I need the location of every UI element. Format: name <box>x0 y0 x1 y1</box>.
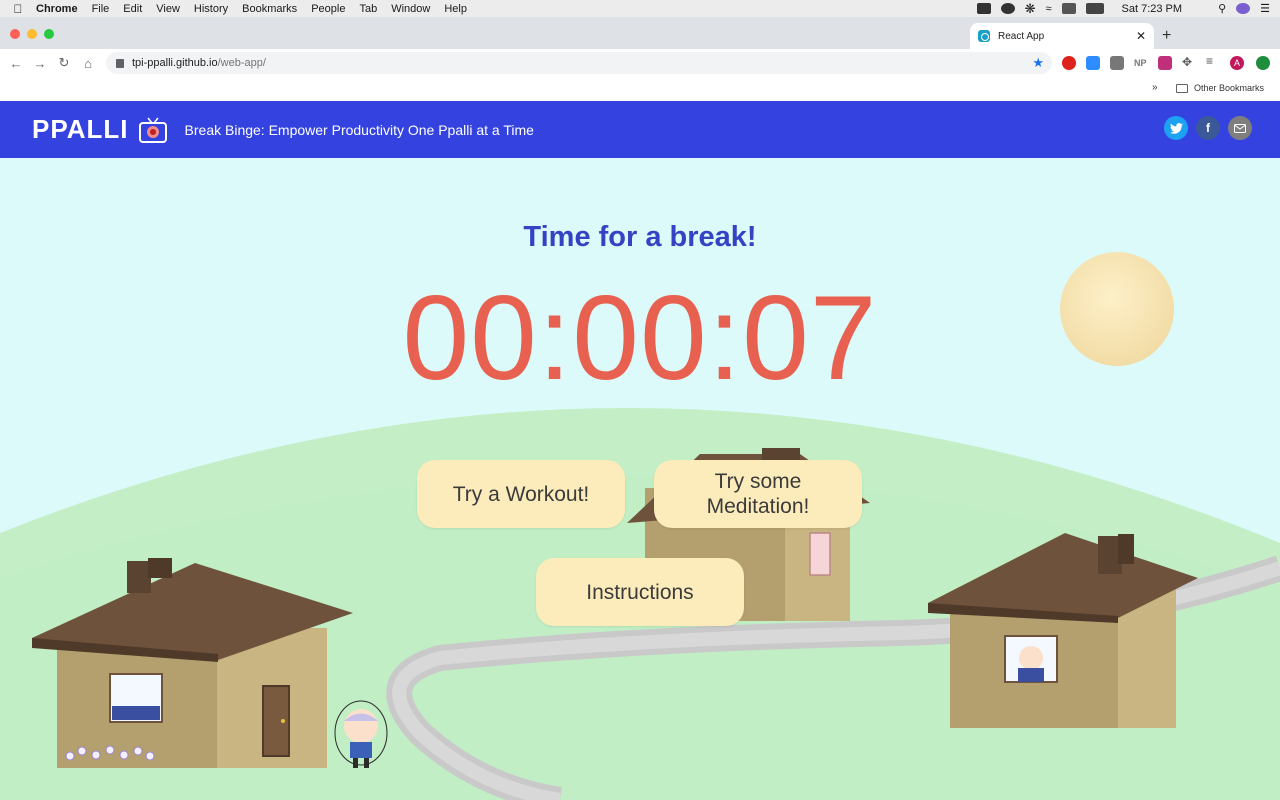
back-icon[interactable]: ← <box>4 56 28 71</box>
web-page: PPALLI Break Binge: Empower Productivity… <box>0 101 1280 800</box>
menu-clock[interactable]: Sat 7:23 PM <box>1122 3 1183 15</box>
menu-people[interactable]: People <box>311 3 345 15</box>
profile-avatar[interactable]: A <box>1230 56 1244 70</box>
tab-title: React App <box>998 30 1045 42</box>
extension-tv-icon[interactable] <box>1158 56 1172 70</box>
window-controls <box>10 29 54 39</box>
other-bookmarks[interactable]: Other Bookmarks <box>1176 83 1264 93</box>
mail-icon <box>1234 123 1246 133</box>
reload-icon[interactable]: ↻ <box>52 55 76 71</box>
new-tab-icon[interactable]: + <box>1162 27 1171 45</box>
battery-icon[interactable] <box>1085 3 1104 14</box>
extension-red-icon[interactable] <box>1062 56 1076 70</box>
facebook-share-button[interactable]: f <box>1196 116 1220 140</box>
break-timer: 00:00:07 <box>402 271 878 405</box>
address-bar[interactable]: tpi-ppalli.github.io/web-app/ ★ <box>106 52 1052 74</box>
browser-toolbar: ← → ↻ ⌂ tpi-ppalli.github.io/web-app/ ★ … <box>0 49 1280 77</box>
status-app-icon[interactable] <box>976 3 991 14</box>
tab-react-app[interactable]: React App ✕ <box>970 23 1154 49</box>
meditation-button-label-line2: Meditation! <box>706 495 810 518</box>
break-title: Time for a break! <box>523 221 757 253</box>
twitter-share-button[interactable] <box>1164 116 1188 140</box>
workout-button-label: Try a Workout! <box>452 482 590 506</box>
zoom-window-icon[interactable] <box>44 29 54 39</box>
menu-view[interactable]: View <box>156 3 180 15</box>
macos-menu-bar:  Chrome File Edit View History Bookmark… <box>0 0 1280 17</box>
site-tagline: Break Binge: Empower Productivity One Pp… <box>184 121 534 138</box>
update-icon[interactable] <box>1256 56 1270 70</box>
airplay-icon[interactable] <box>1061 3 1076 14</box>
browser-tab-strip: React App ✕ + <box>0 17 1280 49</box>
lock-icon <box>116 58 124 68</box>
other-bookmarks-label: Other Bookmarks <box>1194 83 1265 93</box>
site-header: PPALLI Break Binge: Empower Productivity… <box>0 101 1280 158</box>
facebook-icon: f <box>1206 121 1210 135</box>
wifi-icon[interactable]: ≈ <box>1045 3 1051 15</box>
instructions-button[interactable]: Instructions <box>536 558 744 626</box>
status-cloud-icon[interactable] <box>1000 3 1015 14</box>
siri-icon[interactable] <box>1236 3 1251 14</box>
extension-calendar-icon[interactable] <box>1110 56 1124 70</box>
tv-logo-icon <box>138 117 167 143</box>
menu-tab[interactable]: Tab <box>359 3 377 15</box>
close-tab-icon[interactable]: ✕ <box>1136 29 1146 43</box>
workout-button[interactable]: Try a Workout! <box>417 460 625 528</box>
email-share-button[interactable] <box>1228 116 1252 140</box>
meditation-button-label-line1: Try some <box>714 470 802 493</box>
menu-history[interactable]: History <box>194 3 228 15</box>
extension-zoom-icon[interactable] <box>1086 56 1100 70</box>
extension-np-icon[interactable]: NP <box>1134 58 1148 72</box>
bookmarks-overflow-icon[interactable]: » <box>1152 82 1158 93</box>
extensions-puzzle-icon[interactable]: ✥ <box>1182 55 1196 69</box>
bookmarks-bar: » Other Bookmarks <box>0 77 1280 101</box>
home-icon[interactable]: ⌂ <box>76 56 100 71</box>
control-center-icon[interactable]: ☰ <box>1260 2 1270 15</box>
url-host: tpi-ppalli.github.io <box>132 57 218 69</box>
menu-bookmarks[interactable]: Bookmarks <box>242 3 297 15</box>
menu-edit[interactable]: Edit <box>123 3 142 15</box>
village-illustration <box>0 252 1280 800</box>
status-spark-icon[interactable]: ❋ <box>1025 1 1036 17</box>
reading-list-icon[interactable]: ≡ <box>1206 54 1220 68</box>
menu-help[interactable]: Help <box>444 3 467 15</box>
react-favicon-icon <box>978 30 990 42</box>
twitter-icon <box>1169 122 1183 134</box>
folder-icon <box>1176 83 1188 93</box>
site-logo[interactable]: PPALLI <box>32 114 129 145</box>
menu-app-name[interactable]: Chrome <box>36 3 78 15</box>
spotlight-search-icon[interactable]: ⚲ <box>1218 2 1226 15</box>
apple-menu-icon[interactable]:  <box>0 2 36 16</box>
menu-window[interactable]: Window <box>391 3 430 15</box>
close-window-icon[interactable] <box>10 29 20 39</box>
menu-file[interactable]: File <box>92 3 110 15</box>
meditation-button[interactable]: Try some Meditation! <box>654 460 862 528</box>
minimize-window-icon[interactable] <box>27 29 37 39</box>
instructions-button-label: Instructions <box>586 580 694 604</box>
bookmark-star-icon[interactable]: ★ <box>1032 55 1044 71</box>
forward-icon[interactable]: → <box>28 56 52 71</box>
url-path: /web-app/ <box>217 57 266 69</box>
